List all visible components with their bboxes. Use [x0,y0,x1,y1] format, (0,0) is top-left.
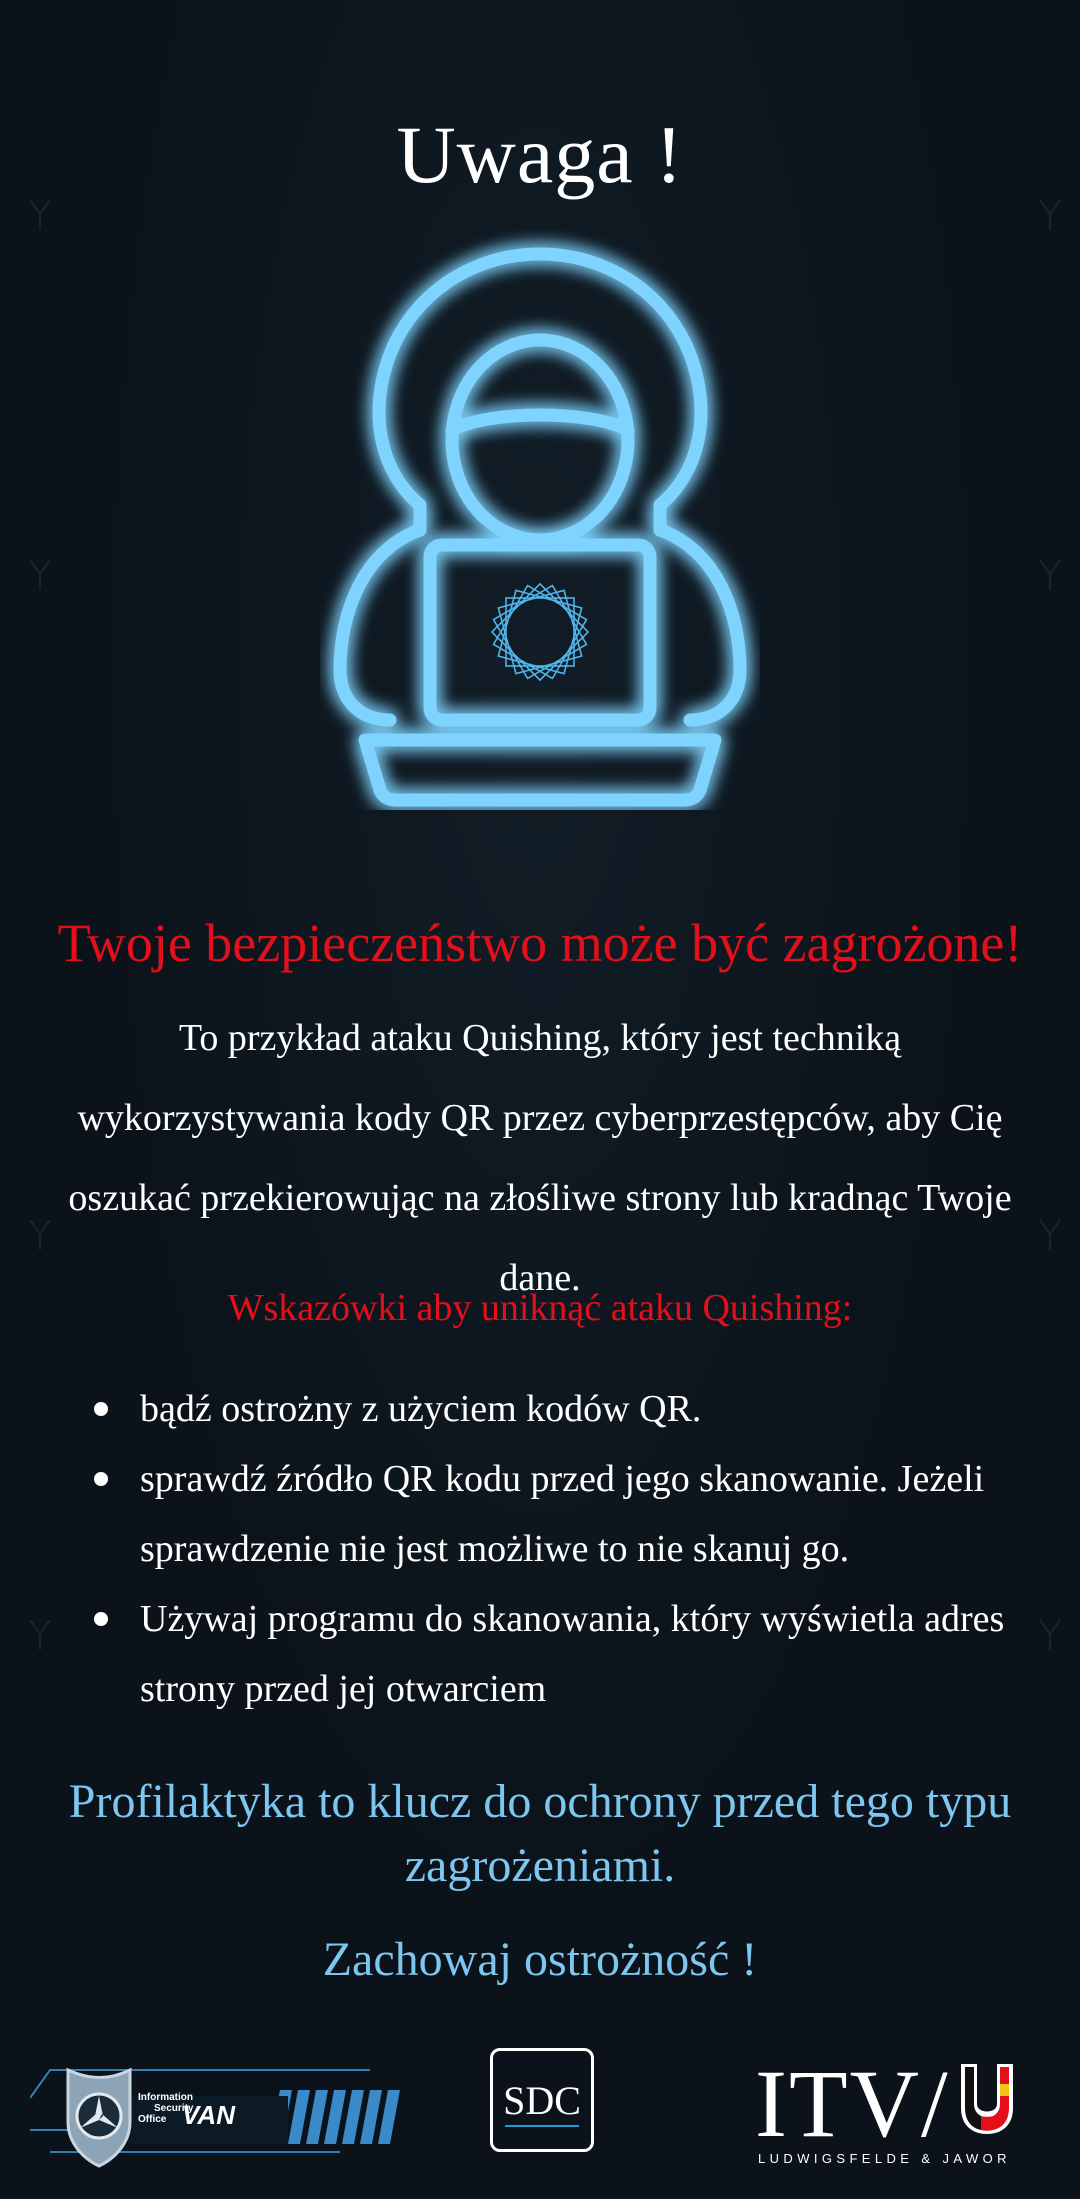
sdc-logo: SDC [490,2048,594,2152]
warning-headline: Twoje bezpieczeństwo może być zagrożone! [57,913,1023,973]
stay-careful-message: Zachowaj ostrożność ! [322,1933,758,1986]
attack-description: To przykład ataku Quishing, który jest t… [68,1017,1012,1299]
bullet-icon [94,1472,108,1486]
itv-logo: ITV/ LUDWIGSFELDE & JAWOR [755,2050,1055,2166]
tips-title: Wskazówki aby uniknąć ataku Quishing: [227,1287,853,1329]
itv-u-flag-icon [961,2064,1013,2134]
prevention-message: Profilaktyka to klucz do ochrony przed t… [68,1775,1012,1892]
tips-list: bądź ostrożny z użyciem kodów QR. sprawd… [92,1374,1052,1724]
bullet-icon [94,1402,108,1416]
hooded-hacker-laptop-icon [333,247,747,807]
bullet-icon [94,1612,108,1626]
tip-text: sprawdź źródło QR kodu przed jego skanow… [140,1458,985,1570]
list-item: Używaj programu do skanowania, który wyś… [92,1584,1052,1724]
footer-logos: Information Security Office VAN SDC ITV/… [0,2040,1080,2190]
page-title: Uwaga ! [396,109,684,200]
tip-text: bądź ostrożny z użyciem kodów QR. [140,1388,702,1430]
list-item: sprawdź źródło QR kodu przed jego skanow… [92,1444,1052,1584]
tip-text: Używaj programu do skanowania, który wyś… [140,1598,1005,1710]
list-item: bądź ostrożny z użyciem kodów QR. [92,1374,1052,1444]
van-logo-name: VAN [182,2100,235,2130]
